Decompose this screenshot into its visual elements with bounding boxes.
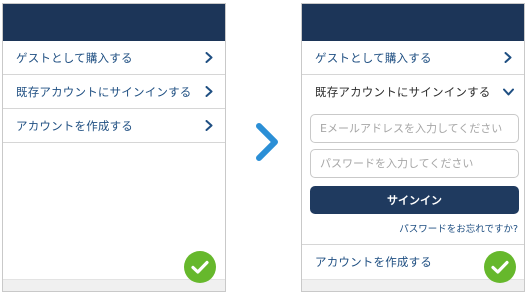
guest-purchase-label: ゲストとして購入する bbox=[315, 50, 432, 65]
create-account-label: アカウントを作成する bbox=[16, 118, 133, 133]
chevron-right-icon bbox=[203, 52, 215, 64]
existing-account-signin-label: 既存アカウントにサインインする bbox=[315, 85, 491, 99]
signin-button[interactable]: サインイン bbox=[310, 186, 519, 214]
guest-purchase-row[interactable]: ゲストとして購入する bbox=[302, 41, 524, 75]
app-header-bar bbox=[302, 4, 524, 41]
checkmark-icon bbox=[484, 251, 516, 283]
chevron-right-icon bbox=[203, 86, 215, 98]
checkmark-icon bbox=[184, 251, 216, 283]
existing-account-signin-row-expanded[interactable]: 既存アカウントにサインインする bbox=[302, 75, 524, 109]
email-field[interactable] bbox=[310, 114, 519, 143]
chevron-right-icon bbox=[502, 52, 514, 64]
bottom-bar bbox=[302, 279, 524, 291]
app-header-bar bbox=[3, 4, 225, 41]
existing-account-signin-label: 既存アカウントにサインインする bbox=[16, 84, 192, 99]
transition-arrow-icon bbox=[255, 122, 281, 162]
existing-account-signin-row[interactable]: 既存アカウントにサインインする bbox=[3, 75, 225, 109]
password-field[interactable] bbox=[310, 149, 519, 178]
chevron-down-icon bbox=[502, 86, 514, 98]
forgot-password-link[interactable]: パスワードをお忘れですか? bbox=[399, 221, 518, 235]
chevron-right-icon bbox=[203, 120, 215, 132]
screen-after: ゲストとして購入する 既存アカウントにサインインする サインイン パスワードをお… bbox=[301, 3, 525, 292]
create-account-row[interactable]: アカウントを作成する bbox=[3, 109, 225, 143]
guest-purchase-row[interactable]: ゲストとして購入する bbox=[3, 41, 225, 75]
screen-before: ゲストとして購入する 既存アカウントにサインインする アカウントを作成する bbox=[2, 3, 226, 292]
guest-purchase-label: ゲストとして購入する bbox=[16, 50, 133, 65]
